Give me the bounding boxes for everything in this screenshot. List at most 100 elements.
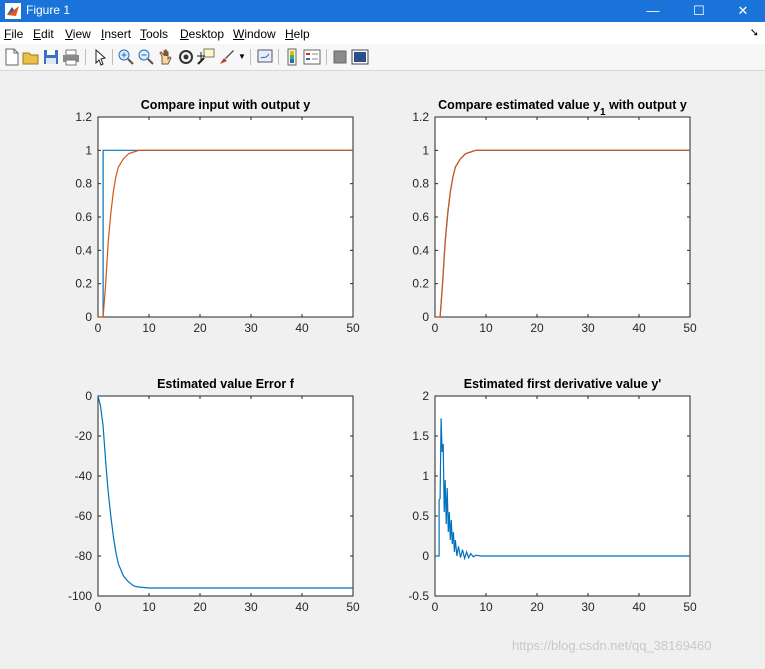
subplot-4[interactable]: 0 10 20 30 40 50-0.500.511.52Estimated first …: [408, 377, 697, 614]
toolbar-separator: [326, 49, 327, 65]
y-tick-label: -100: [68, 589, 92, 603]
hide-plot-tools-icon[interactable]: [331, 48, 349, 66]
x-tick-label: 0: [432, 600, 439, 614]
y-tick-label: 0.4: [75, 243, 92, 257]
link-plot-icon[interactable]: [256, 48, 274, 66]
axes-box[interactable]: [97, 116, 354, 318]
axes-box[interactable]: [434, 395, 691, 597]
menu-edit[interactable]: Edit: [33, 27, 54, 41]
menu-desktop-label: esktop: [188, 27, 225, 41]
y-tick-label: 1: [422, 143, 429, 157]
y-tick-label: 2: [422, 389, 429, 403]
colorbar-icon[interactable]: [283, 48, 301, 66]
close-button[interactable]: ✕: [720, 0, 765, 22]
menu-desktop[interactable]: Desktop: [180, 27, 224, 41]
menu-edit-label: dit: [41, 27, 54, 41]
chart-title-text: Compare estimated value y: [438, 98, 600, 112]
y-tick-label: 0.6: [75, 210, 92, 224]
y-tick-label: 0.5: [412, 509, 429, 523]
menu-window-mnemonic: W: [233, 27, 245, 41]
x-tick-label: 40: [295, 321, 309, 335]
menu-bar: File Edit View Insert Tools Desktop Wind…: [0, 22, 765, 44]
chart-title-text: Estimated value Error f: [157, 377, 295, 391]
x-tick-label: 0: [95, 321, 102, 335]
x-tick-label: 10: [142, 600, 156, 614]
window-title: Figure 1: [26, 3, 71, 17]
menu-insert[interactable]: Insert: [101, 27, 131, 41]
y-tick-label: -60: [75, 509, 93, 523]
menu-desktop-mnemonic: D: [180, 27, 189, 41]
x-tick-label: 0: [95, 600, 102, 614]
y-tick-label: -40: [75, 469, 93, 483]
plot-area: 0 10 20 30 40 5000.20.40.60.811.2Compare inpu…: [68, 98, 697, 614]
minimize-button[interactable]: —: [630, 0, 676, 22]
x-tick-label: 30: [244, 600, 258, 614]
axes-box[interactable]: [434, 116, 691, 318]
x-tick-label: 10: [479, 321, 493, 335]
x-tick-label: 40: [632, 321, 646, 335]
menu-view[interactable]: View: [65, 27, 91, 41]
y-tick-label: 0.8: [412, 177, 429, 191]
subplot-2[interactable]: 0 10 20 30 40 50 0 0.2 0.4 0.6 0.8 1 1.2 Compare esti…: [412, 98, 697, 335]
axes-box[interactable]: [97, 395, 354, 597]
rotate-icon[interactable]: [177, 48, 195, 66]
chart-title: Estimated value Error f: [157, 377, 295, 391]
x-tick-label: 20: [530, 600, 544, 614]
toolbar-separator: [250, 49, 251, 65]
brush-dropdown-icon[interactable]: ▼: [238, 52, 246, 61]
brush-icon[interactable]: [218, 48, 236, 66]
y-tick-label: -20: [75, 429, 93, 443]
show-plot-tools-icon[interactable]: [351, 48, 369, 66]
data-cursor-icon[interactable]: [197, 48, 215, 66]
y-tick-label: -0.5: [408, 589, 429, 603]
figure-canvas: 0 10 20 30 40 50 0 0.2 0.4 0.6 0.8 1 1.2 Compare inpu…: [0, 71, 765, 664]
x-tick-label: 30: [244, 321, 258, 335]
subplot-1[interactable]: 0 10 20 30 40 50 0 0.2 0.4 0.6 0.8 1 1.2 Compare inpu…: [75, 98, 360, 335]
menu-file[interactable]: File: [4, 27, 23, 41]
x-tick-label: 50: [683, 600, 697, 614]
save-icon[interactable]: [42, 48, 60, 66]
toolbar-separator: [85, 49, 86, 65]
toolbar-separator: [278, 49, 279, 65]
pointer-icon[interactable]: [91, 48, 109, 66]
dock-arrow-icon[interactable]: ➘: [750, 26, 759, 39]
chart-title-text: Estimated first derivative value y': [464, 377, 662, 391]
y-tick-label: 1: [422, 469, 429, 483]
x-tick-label: 10: [479, 600, 493, 614]
menu-help[interactable]: Help: [285, 27, 310, 41]
y-tick-label: 1: [85, 143, 92, 157]
open-file-icon[interactable]: [22, 48, 40, 66]
y-tick-label: 1.2: [412, 110, 429, 124]
print-icon[interactable]: [62, 48, 80, 66]
chart-title: Compare input with output y: [141, 98, 310, 112]
legend-icon[interactable]: [303, 48, 321, 66]
zoom-out-icon[interactable]: [137, 48, 155, 66]
zoom-in-icon[interactable]: [117, 48, 135, 66]
y-tick-label: 0: [85, 310, 92, 324]
chart-title-tail: with output y: [606, 98, 687, 112]
menu-view-label: iew: [72, 27, 91, 41]
y-tick-label: 0.4: [412, 243, 429, 257]
y-tick-label: 0.6: [412, 210, 429, 224]
y-tick-label: 0: [85, 389, 92, 403]
chart-title: Estimated first derivative value y': [464, 377, 662, 391]
menu-window[interactable]: Window: [233, 27, 276, 41]
pan-icon[interactable]: [157, 48, 175, 66]
menu-tools-label: ools: [146, 27, 169, 41]
toolbar-separator: [112, 49, 113, 65]
menu-view-mnemonic: V: [65, 27, 73, 41]
x-tick-label: 50: [346, 600, 360, 614]
y-tick-label: 0.8: [75, 177, 92, 191]
title-bar: Figure 1 — ☐ ✕: [0, 0, 765, 22]
matlab-logo-icon: [5, 3, 21, 19]
menu-help-mnemonic: H: [285, 27, 294, 41]
menu-help-label: elp: [293, 27, 310, 41]
subplot-3[interactable]: 0 10 20 30 40 50 -100 -80 -60 -40 -20 0 Estimated va…: [68, 377, 360, 614]
menu-tools[interactable]: Tools: [140, 27, 168, 41]
maximize-button[interactable]: ☐: [676, 0, 722, 22]
x-tick-label: 50: [346, 321, 360, 335]
x-tick-label: 20: [193, 321, 207, 335]
x-tick-label: 0: [432, 321, 439, 335]
new-figure-icon[interactable]: [3, 48, 21, 66]
watermark-text: https://blog.csdn.net/qq_38169460: [512, 638, 712, 653]
